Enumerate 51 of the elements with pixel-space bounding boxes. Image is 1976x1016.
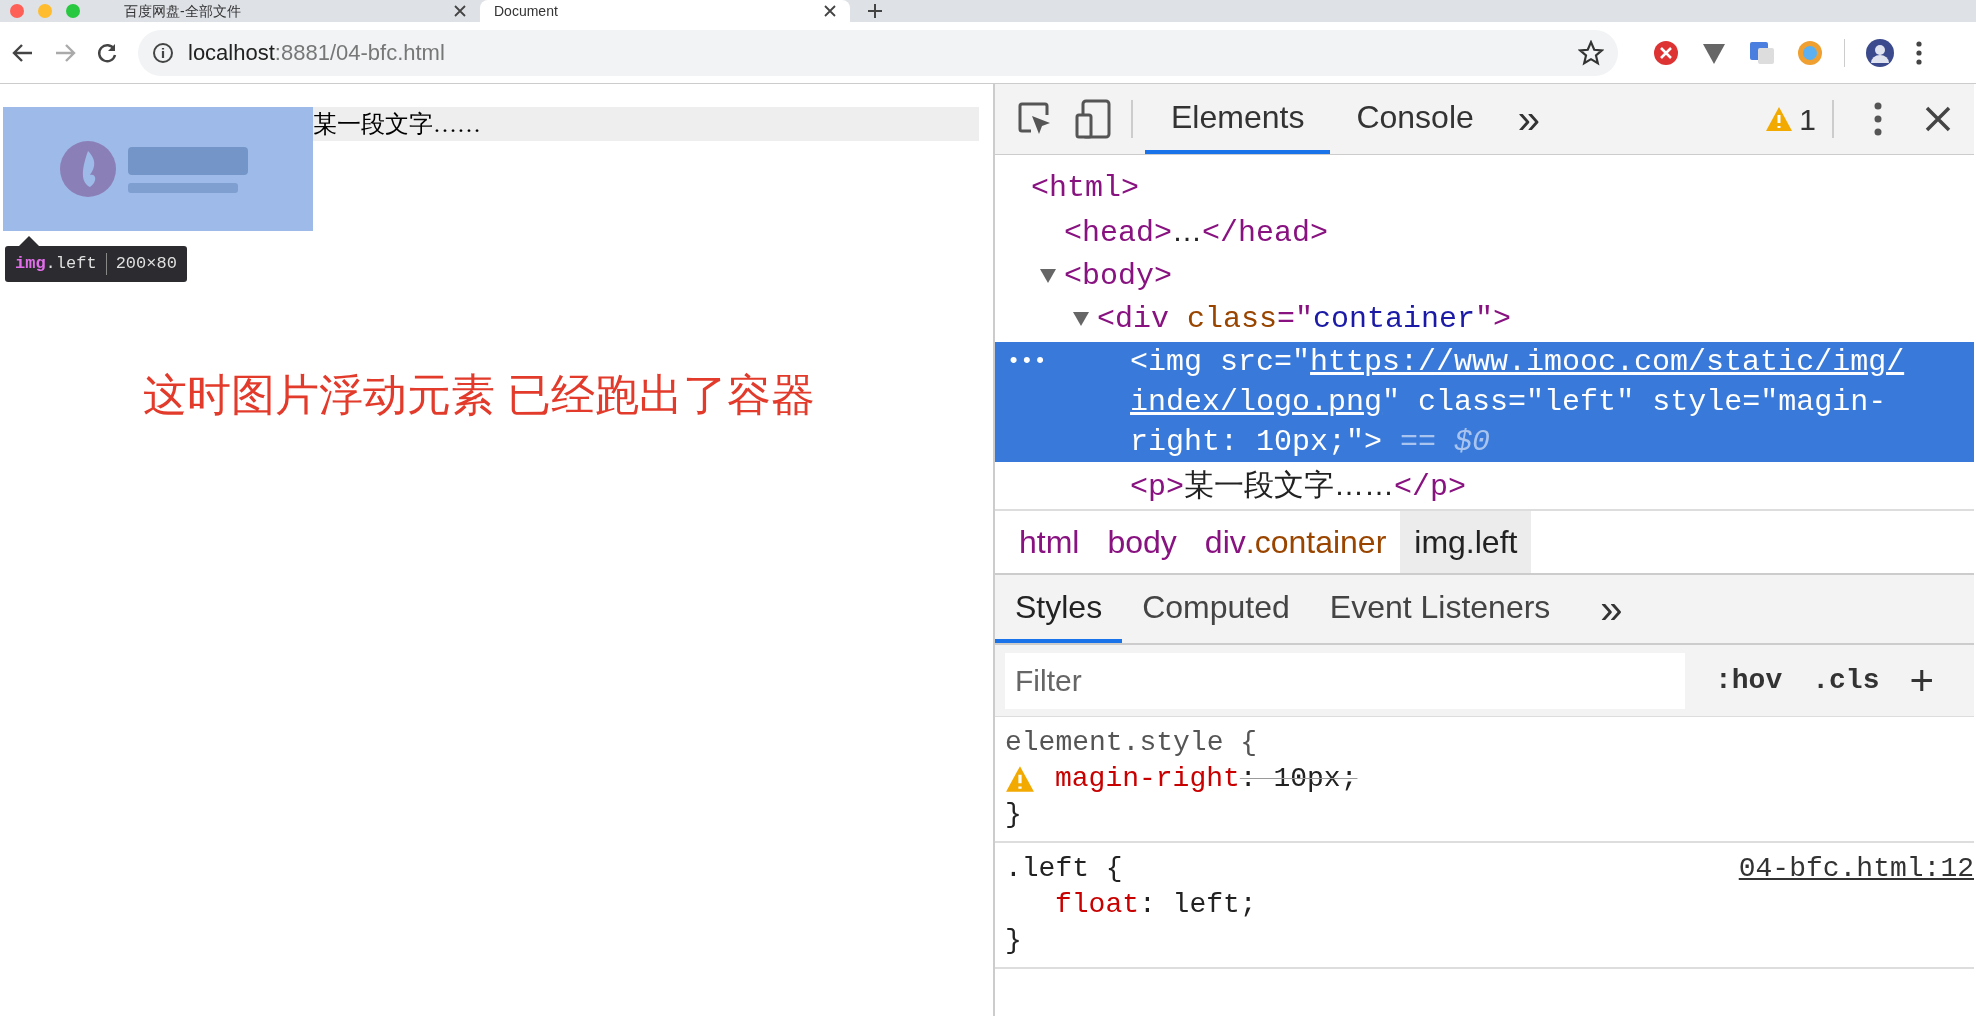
dom-node[interactable]: <body> [995,256,1974,296]
size-label: 200×80 [115,253,177,276]
breadcrumb-item[interactable]: div.container [1190,511,1401,573]
back-icon[interactable] [12,41,34,64]
menu-icon[interactable] [1915,39,1923,66]
dom-node[interactable]: <p>某一段文字……</p> [995,465,1974,507]
warning-icon [1765,106,1794,132]
expand-triangle-icon[interactable] [1072,311,1090,327]
star-icon[interactable] [1578,39,1604,66]
source-link[interactable]: 04-bfc.html:12 [1738,851,1974,887]
class-toggle-button[interactable]: .cls [1812,659,1880,702]
close-icon[interactable] [1924,105,1952,133]
reload-icon[interactable] [96,41,118,64]
address-bar[interactable]: localhost:8881/04-bfc.html [138,29,1618,76]
filter-field[interactable]: Filter [1005,652,1685,709]
closing-brace: } [1005,924,1023,958]
paragraph-text: 某一段文字…… [313,110,481,139]
styles-tab[interactable]: Computed [1122,575,1310,643]
more-tabs-button[interactable]: » [1517,99,1541,139]
close-tab-icon[interactable] [824,5,836,17]
profile-avatar[interactable] [1865,37,1895,68]
expand-triangle-icon[interactable] [1039,268,1057,284]
url-text: localhost:8881/04-bfc.html [188,39,446,67]
extension-icon[interactable] [1652,38,1680,67]
rule-selector: element.style { [1005,726,1259,760]
closing-brace: } [1005,798,1023,832]
panel-tab[interactable]: Elements [1145,84,1331,154]
close-tab-icon[interactable] [454,5,466,17]
panel-tab[interactable]: Console [1330,84,1500,154]
annotation-text: 这时图片浮动元素 已经跑出了容器 [143,369,816,421]
dom-node[interactable]: ••• <img src="https://www.imooc.com/static/img/index/logo.png" class="left" style="magin-right: 10px;"> == $0 [995,342,1974,462]
info-icon[interactable] [152,41,174,64]
breadcrumb-item[interactable]: img.left [1400,511,1532,573]
device-toolbar-icon[interactable] [1075,99,1111,139]
hover-state-button[interactable]: :hov [1715,659,1783,702]
dom-node[interactable]: <html> [995,168,1974,208]
dom-node[interactable]: <head>…</head> [995,211,1974,253]
breadcrumb-item[interactable]: html [1005,511,1094,573]
warnings-button[interactable]: 1 [1765,96,1816,142]
styles-tab[interactable]: Event Listeners [1309,575,1571,643]
css-declaration[interactable]: float: left; [1055,887,1257,923]
css-declaration[interactable]: magin-right: 10px; [1055,761,1358,797]
rule-selector: .left { [1005,852,1124,886]
new-rule-button[interactable]: + [1909,659,1934,702]
more-tabs-button[interactable]: » [1600,589,1623,629]
dom-node[interactable]: <div class="container"> [995,299,1974,339]
more-options-icon[interactable] [1874,102,1882,136]
selector-label: img.left [15,253,97,276]
breadcrumb-item[interactable]: body [1093,511,1191,573]
new-tab-icon[interactable] [868,4,882,18]
browser-tab[interactable]: Document [480,0,850,22]
